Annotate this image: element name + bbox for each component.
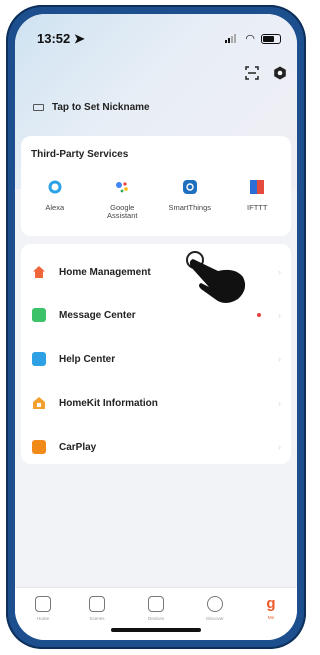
location-arrow-icon: ➤	[73, 31, 85, 46]
chevron-right-icon: ›	[278, 354, 281, 364]
menu-help-center[interactable]: Help Center ›	[21, 345, 291, 373]
tab-scenes[interactable]: Scenes	[77, 596, 117, 621]
gear-icon[interactable]	[271, 64, 289, 82]
bottom-tab-bar: Home Scenes Devices Discover g Me	[15, 587, 297, 640]
devices-tab-icon	[148, 596, 164, 612]
scan-icon[interactable]	[243, 64, 261, 82]
home-tab-icon	[35, 596, 51, 612]
tab-me[interactable]: g Me	[251, 596, 291, 620]
me-tab-icon: g	[266, 595, 276, 612]
nickname-row[interactable]: Tap to Set Nickname	[33, 102, 150, 113]
home-icon	[32, 265, 46, 279]
tap-hand-icon	[186, 251, 246, 303]
ifttt-icon	[248, 178, 266, 196]
service-ifttt[interactable]: IFTTT	[224, 178, 292, 220]
smartthings-icon	[181, 178, 199, 196]
menu-homekit-information[interactable]: HomeKit Information ›	[21, 389, 291, 417]
services-row: Alexa Google Assistant SmartThings IFTTT	[21, 178, 291, 220]
homekit-icon	[32, 396, 46, 410]
chevron-right-icon: ›	[278, 442, 281, 452]
discover-tab-icon	[207, 596, 223, 612]
tab-devices[interactable]: Devices	[136, 596, 176, 621]
help-icon	[32, 352, 46, 366]
third-party-services-card: Third-Party Services Alexa Google Assist…	[21, 136, 291, 236]
status-time: 13:52 ➤	[37, 31, 85, 46]
avatar	[33, 104, 44, 111]
wifi-icon: ◠	[245, 33, 255, 45]
section-title: Third-Party Services	[31, 149, 129, 160]
alexa-icon	[46, 178, 64, 196]
unread-badge	[257, 313, 261, 317]
carplay-icon	[32, 440, 46, 454]
menu-carplay[interactable]: CarPlay ›	[21, 433, 291, 461]
tab-home[interactable]: Home	[23, 596, 63, 621]
service-alexa[interactable]: Alexa	[21, 178, 89, 220]
scenes-tab-icon	[89, 596, 105, 612]
chevron-right-icon: ›	[278, 267, 281, 277]
nickname-prompt: Tap to Set Nickname	[52, 102, 150, 113]
google-assistant-icon	[113, 178, 131, 196]
chevron-right-icon: ›	[278, 398, 281, 408]
tab-discover[interactable]: Discover	[195, 596, 235, 621]
service-google-assistant[interactable]: Google Assistant	[89, 178, 157, 220]
battery-icon	[261, 33, 281, 44]
status-icons: ◠	[225, 32, 281, 45]
service-smartthings[interactable]: SmartThings	[156, 178, 224, 220]
chevron-right-icon: ›	[278, 310, 281, 320]
app-screen: 13:52 ➤ ◠ Tap to Set Nickname Third-Part…	[15, 14, 297, 640]
message-icon	[32, 308, 46, 322]
signal-icon	[225, 34, 239, 43]
phone-frame: 13:52 ➤ ◠ Tap to Set Nickname Third-Part…	[6, 5, 306, 649]
header-actions	[243, 64, 289, 82]
home-indicator	[111, 628, 201, 632]
